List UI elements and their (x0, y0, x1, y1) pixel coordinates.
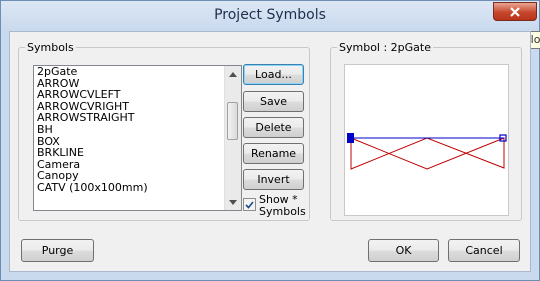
scroll-up-button[interactable] (225, 66, 241, 82)
list-item[interactable]: ARROWSTRAIGHT (34, 112, 241, 124)
gate-outline (350, 137, 505, 170)
list-item[interactable]: BH (34, 124, 241, 136)
symbol-preview-drawing (347, 133, 507, 170)
symbols-list: 2pGate ARROW ARROWCVLEFT ARROWCVRIGHT ARROWS… (34, 66, 241, 194)
symbols-listbox[interactable]: 2pGate ARROW ARROWCVLEFT ARROWCVRIGHT ARROWS… (33, 65, 242, 211)
close-icon (510, 6, 520, 17)
list-item[interactable]: CATV (100x100mm) (34, 182, 241, 194)
project-symbols-dialog: Project Symbols Clo Symbols 2pGate ARROW A… (0, 0, 540, 281)
scroll-down-button[interactable] (225, 194, 241, 210)
symbol-preview-canvas (344, 64, 509, 216)
show-symbols-label: Show * Symbols (259, 193, 306, 218)
list-item[interactable]: 2pGate (34, 66, 241, 78)
invert-button[interactable]: Invert (243, 169, 304, 190)
window-title: Project Symbols (214, 7, 326, 23)
cancel-button[interactable]: Cancel (448, 239, 520, 262)
chevron-up-icon (229, 71, 237, 77)
delete-button[interactable]: Delete (243, 117, 304, 138)
purge-button[interactable]: Purge (21, 239, 94, 262)
dialog-client-area: Symbols 2pGate ARROW ARROWCVLEFT ARROWCVRIG… (9, 31, 531, 272)
left-handle[interactable] (347, 133, 354, 143)
listbox-scrollbar[interactable] (224, 66, 241, 210)
close-button[interactable] (493, 2, 537, 21)
ok-button[interactable]: OK (368, 239, 439, 262)
symbols-group-label: Symbols (27, 41, 74, 54)
title-bar[interactable]: Project Symbols (1, 1, 539, 31)
list-item[interactable]: BRKLINE (34, 147, 241, 159)
load-button[interactable]: Load... (243, 64, 304, 85)
chevron-down-icon (229, 199, 237, 205)
symbol-preview-label: Symbol : 2pGate (339, 41, 432, 54)
rename-button[interactable]: Rename (243, 143, 304, 164)
scroll-thumb[interactable] (227, 102, 238, 140)
checkmark-icon (245, 200, 254, 209)
show-symbols-checkbox[interactable] (243, 198, 256, 211)
save-button[interactable]: Save (243, 91, 304, 112)
